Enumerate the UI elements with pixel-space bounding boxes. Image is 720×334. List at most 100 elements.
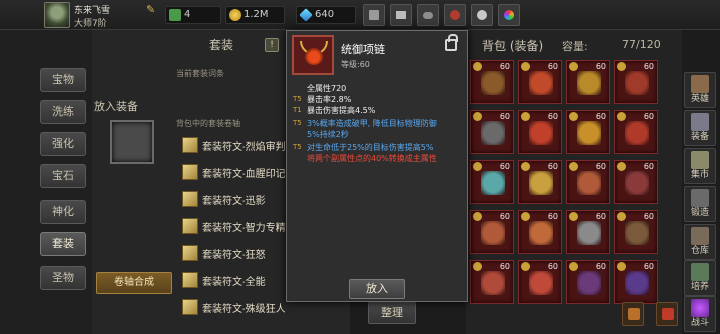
side-nav-label: 集市: [690, 170, 709, 180]
amulet-icon: [529, 221, 553, 245]
nav-enhance-button[interactable]: 强化: [40, 132, 86, 156]
scroll-name: 套装符文-烈焰审判: [202, 142, 286, 153]
scroll-icon: [182, 299, 198, 315]
scroll-synthesis-button[interactable]: 卷轴合成: [96, 272, 172, 294]
gold-coin-icon: [229, 9, 241, 21]
mask-icon: [529, 71, 553, 95]
shop-icon[interactable]: [363, 4, 385, 26]
side-nav-label: 培养: [690, 282, 709, 292]
side-nav-market[interactable]: 集市: [684, 148, 716, 184]
bag-slot[interactable]: 60: [566, 260, 610, 304]
bag-slot[interactable]: 60: [566, 210, 610, 254]
put-in-button[interactable]: 放入: [349, 279, 405, 299]
edit-icon[interactable]: ✎: [146, 4, 158, 16]
gem-value: 640: [315, 9, 335, 20]
bag-slot[interactable]: 60: [614, 210, 658, 254]
nav-refine-button[interactable]: 洗练: [40, 100, 86, 124]
put-equipment-label: 放入装备: [94, 100, 138, 113]
gold-counter[interactable]: 1.2M: [225, 6, 285, 24]
tier-badge: T5: [293, 143, 302, 151]
bag-slot[interactable]: 60: [566, 160, 610, 204]
item-level-badge: 60: [499, 262, 510, 271]
gamepad-icon[interactable]: [417, 4, 439, 26]
capacity-label: 容量:: [562, 40, 588, 53]
item-level-badge: 60: [643, 62, 654, 71]
player-avatar[interactable]: [44, 2, 70, 28]
help-icon[interactable]: !: [265, 38, 279, 52]
scroll-icon: [182, 245, 198, 261]
scroll-name: 套装符文-全能: [202, 277, 266, 288]
bag-slot[interactable]: 60: [518, 210, 562, 254]
nav-treasure-button[interactable]: 宝物: [40, 68, 86, 92]
stat-text: 暴击率2.8%: [307, 95, 352, 104]
stat-text: 5%持续2秒: [307, 130, 349, 139]
lock-icon[interactable]: [445, 34, 458, 51]
item-level-badge: 60: [643, 262, 654, 271]
bag-slot[interactable]: 60: [518, 160, 562, 204]
player-rank: 大师7阶: [74, 19, 107, 29]
bag-slot[interactable]: 60: [518, 60, 562, 104]
item-level-badge: 60: [595, 262, 606, 271]
corner-potion-button[interactable]: [656, 302, 678, 326]
gem-counter[interactable]: 640: [296, 6, 356, 24]
top-bar: 东来飞雪 大师7阶 ✎ 4 1.2M 640: [0, 0, 720, 30]
left-nav: 宝物 洗练 强化 宝石 神化 套装 圣物: [0, 30, 92, 334]
side-nav-battle[interactable]: 战斗: [684, 296, 716, 332]
side-nav-hero[interactable]: 英雄: [684, 72, 716, 108]
head-icon: [481, 271, 505, 295]
amulet-icon: [529, 271, 553, 295]
settings-gear-icon[interactable]: [471, 4, 493, 26]
side-nav-forge[interactable]: 锻造: [684, 186, 716, 222]
bag-slot[interactable]: 60: [614, 260, 658, 304]
equipment-slot[interactable]: [110, 120, 154, 164]
stat-text: 对生命低于25%的目标伤害提高5%: [307, 143, 434, 152]
bag-slot[interactable]: 60: [566, 60, 610, 104]
helmet-icon: [481, 71, 505, 95]
bag-slot[interactable]: 60: [470, 210, 514, 254]
nav-deify-button[interactable]: 神化: [40, 200, 86, 224]
side-nav-equipment[interactable]: 装备: [684, 110, 716, 146]
quality-badge: [473, 112, 482, 121]
bag-slot[interactable]: 60: [470, 160, 514, 204]
item-level-badge: 60: [643, 162, 654, 171]
bag-slot[interactable]: 60: [470, 60, 514, 104]
amulet-icon: [529, 171, 553, 195]
equipment-icon: [691, 113, 709, 131]
arrange-button[interactable]: 整理: [368, 302, 416, 324]
quality-badge: [473, 212, 482, 221]
quality-badge: [617, 212, 626, 221]
bag-slot[interactable]: 60: [518, 110, 562, 154]
tier-badge: T1: [293, 106, 302, 114]
rainbow-icon[interactable]: [498, 4, 520, 26]
quality-badge: [617, 62, 626, 71]
bag-title: 背包 (装备): [482, 39, 544, 53]
event-icon[interactable]: [444, 4, 466, 26]
bag-slot[interactable]: 60: [614, 110, 658, 154]
side-nav-cultivate[interactable]: 培养: [684, 260, 716, 296]
corner-bag-button[interactable]: [622, 302, 644, 326]
stamina-counter[interactable]: 4: [165, 6, 221, 24]
stat-line: 5%持续2秒: [293, 129, 465, 140]
stat-text: 3%概率造成破甲, 降低目标物理防御: [307, 119, 437, 128]
bag-slot[interactable]: 60: [614, 160, 658, 204]
quality-badge: [473, 62, 482, 71]
quality-badge: [617, 112, 626, 121]
bag-grid: 60 60 60 60 60 60 60 60 60 60 60 60 60 60 60 60 60 60 60 60: [466, 58, 682, 328]
mail-icon[interactable]: [390, 4, 412, 26]
side-nav-warehouse[interactable]: 仓库: [684, 224, 716, 260]
bag-slot[interactable]: 60: [566, 110, 610, 154]
bag-slot[interactable]: 60: [518, 260, 562, 304]
item-level-badge: 60: [547, 162, 558, 171]
nav-relic-button[interactable]: 圣物: [40, 266, 86, 290]
gem-icon: [299, 8, 313, 22]
nav-suit-button[interactable]: 套装: [40, 232, 86, 256]
nav-gem-button[interactable]: 宝石: [40, 164, 86, 188]
item-tooltip: 统御项链 等级:60 全属性720 T5 暴击率2.8% T1 暴击伤害提高4.…: [286, 30, 468, 302]
bag-slot[interactable]: 60: [470, 260, 514, 304]
bag-slot[interactable]: 60: [470, 110, 514, 154]
gold-value: 1.2M: [244, 9, 269, 20]
item-level-badge: 60: [547, 112, 558, 121]
bag-slot[interactable]: 60: [614, 60, 658, 104]
quality-badge: [473, 262, 482, 271]
bag-icon: [628, 308, 640, 320]
